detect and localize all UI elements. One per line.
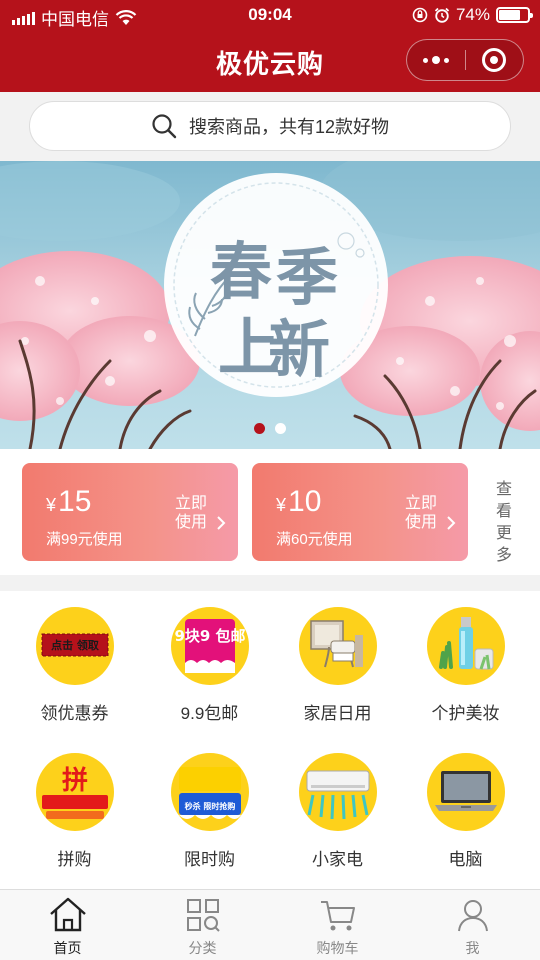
category-label: 电脑	[448, 850, 483, 869]
nav-bar: 极优云购	[0, 30, 540, 92]
flash-sale-icon: 秒杀 限时抢购	[170, 753, 249, 831]
user-icon	[457, 900, 488, 932]
svg-text:9块9 包邮: 9块9 包邮	[174, 627, 245, 645]
category-computers[interactable]: 电脑	[398, 753, 533, 870]
battery-icon	[496, 7, 533, 23]
cart-icon	[320, 901, 355, 931]
category-group-buy[interactable]: 拼 拼购	[7, 753, 142, 870]
pager-dot[interactable]	[254, 423, 265, 434]
promo-banner[interactable]: 春 季 上 新	[0, 161, 540, 449]
battery-percent: 74%	[455, 5, 490, 24]
free-shipping-icon: 9块9 包邮	[170, 607, 249, 685]
group-buy-icon: 拼	[35, 753, 114, 831]
category-grid: 点击 领取 领优惠券 9块9 包邮 9.9包邮 家居日用 个护美妆 拼 拼购 秒…	[0, 591, 540, 889]
tab-home[interactable]: 首页	[0, 890, 135, 960]
tab-me[interactable]: 我	[405, 890, 540, 960]
search-bar[interactable]: 搜索商品，共有12款好物	[29, 101, 511, 151]
tab-bar: 首页 分类 购物车 我	[0, 889, 540, 960]
home-icon	[49, 897, 86, 932]
category-flash-sale[interactable]: 秒杀 限时抢购 限时购	[142, 753, 277, 870]
category-free-shipping[interactable]: 9块9 包邮 9.9包邮	[142, 607, 277, 724]
alarm-icon	[434, 7, 450, 23]
chevron-right-icon	[217, 516, 226, 530]
category-coupons[interactable]: 点击 领取 领优惠券	[7, 607, 142, 724]
coupon-strip: ¥15 满99元使用 立即使用 ¥10 满60元使用 立即使用 查看更多	[0, 449, 540, 575]
banner-char-4: 新	[268, 313, 331, 386]
category-label: 小家电	[312, 850, 363, 869]
banner-pagination	[0, 423, 540, 434]
status-bar: 中国电信 09:04 74%	[0, 0, 540, 30]
category-label: 9.9包邮	[180, 704, 239, 723]
view-more-coupons-link[interactable]: 查看更多	[490, 479, 518, 567]
category-label: 拼购	[57, 850, 92, 869]
laptop-icon	[426, 753, 505, 831]
cosmetics-icon	[426, 607, 505, 685]
target-icon	[482, 48, 507, 72]
pager-dot[interactable]	[275, 423, 286, 434]
coupon-condition: 满99元使用	[46, 531, 123, 548]
chevron-right-icon	[447, 516, 456, 530]
category-cosmetics[interactable]: 个护美妆	[398, 607, 533, 724]
tab-category[interactable]: 分类	[135, 890, 270, 960]
close-mini-program-button[interactable]	[466, 40, 524, 80]
category-label: 家居日用	[303, 704, 372, 723]
category-label: 限时购	[184, 850, 235, 869]
category-icon	[186, 899, 220, 932]
coupon-card[interactable]: ¥10 满60元使用 立即使用	[252, 463, 468, 561]
mini-program-capsule	[406, 39, 524, 81]
tab-label: 首页	[53, 940, 82, 956]
orientation-lock-icon	[412, 7, 428, 23]
search-icon	[152, 114, 177, 139]
category-home-goods[interactable]: 家居日用	[270, 607, 405, 724]
coupon-amount: ¥15	[46, 485, 92, 518]
more-menu-button[interactable]	[407, 40, 465, 80]
coupon-amount: ¥10	[276, 485, 322, 518]
search-section: 搜索商品，共有12款好物	[0, 92, 540, 161]
svg-text:点击 领取: 点击 领取	[51, 638, 99, 652]
tab-cart[interactable]: 购物车	[270, 890, 405, 960]
tab-label: 我	[465, 940, 480, 956]
tab-label: 购物车	[316, 940, 359, 956]
coupon-use-label: 立即使用	[404, 495, 437, 531]
air-conditioner-icon	[298, 753, 377, 831]
coupon-icon: 点击 领取	[35, 607, 114, 685]
category-label: 个护美妆	[431, 704, 500, 723]
category-small-appliances[interactable]: 小家电	[270, 753, 405, 870]
tab-label: 分类	[188, 940, 217, 956]
home-goods-icon	[298, 607, 377, 685]
coupon-card[interactable]: ¥15 满99元使用 立即使用	[22, 463, 238, 561]
search-placeholder: 搜索商品，共有12款好物	[188, 117, 390, 137]
coupon-condition: 满60元使用	[276, 531, 353, 548]
svg-text:拼: 拼	[61, 766, 87, 796]
coupon-use-label: 立即使用	[174, 495, 207, 531]
svg-text:秒杀 限时抢购: 秒杀 限时抢购	[184, 801, 235, 811]
category-label: 领优惠券	[40, 704, 109, 723]
more-dots-icon	[422, 56, 449, 64]
